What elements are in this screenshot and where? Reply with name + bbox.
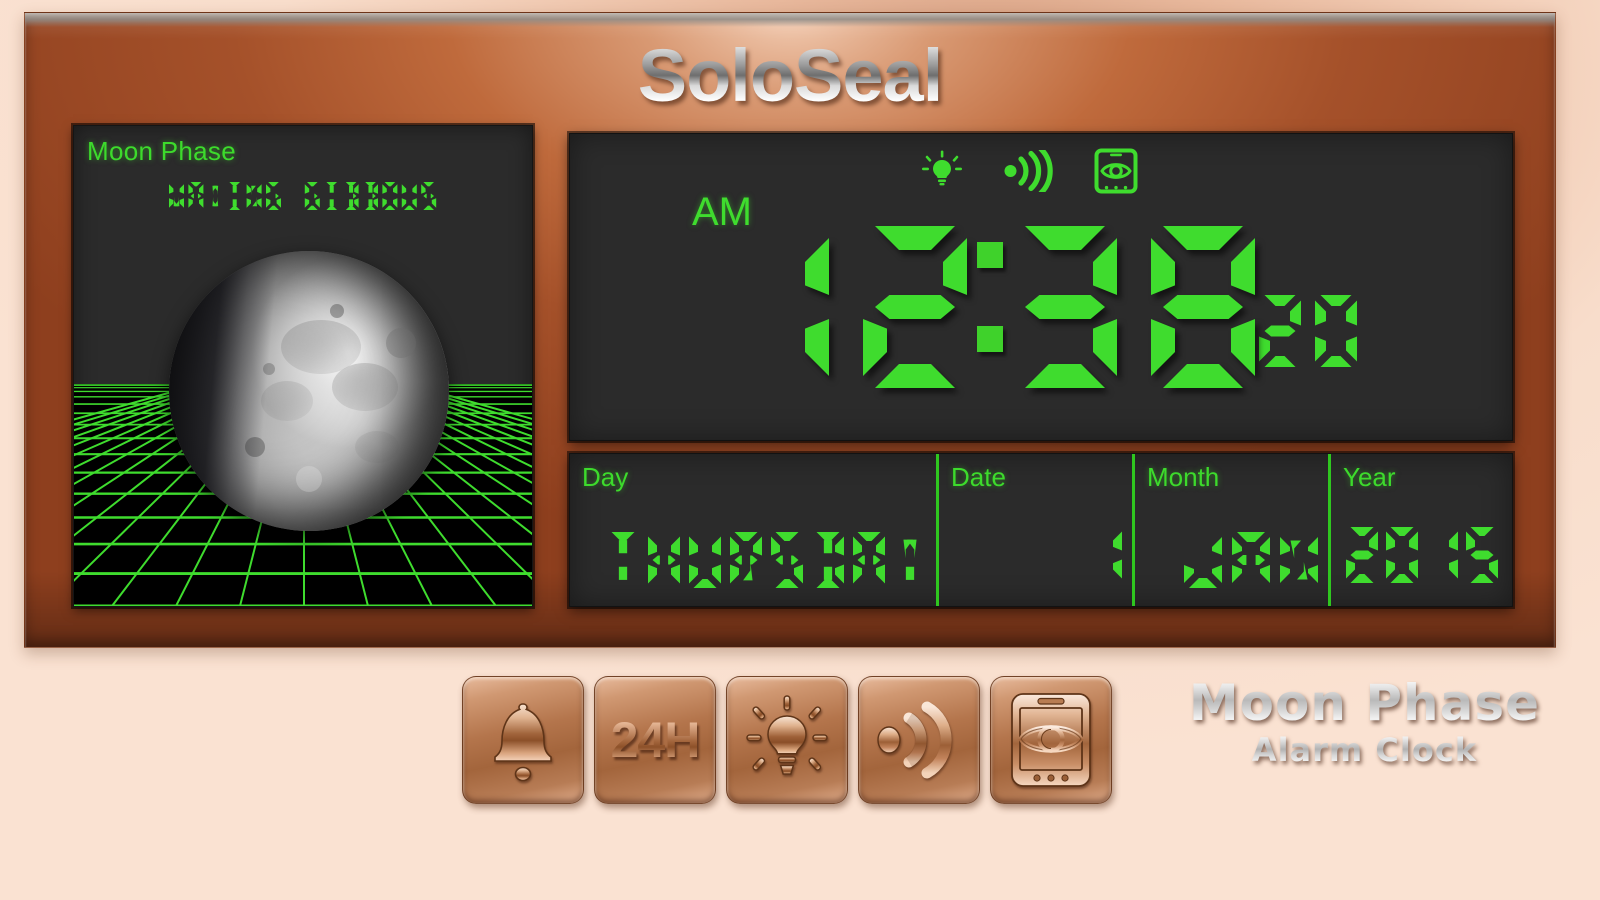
logo-line-1: Moon Phase bbox=[1188, 674, 1540, 732]
date-display-panel[interactable]: Day Date Month Year bbox=[569, 453, 1513, 607]
clock-hours bbox=[725, 214, 967, 400]
status-indicator-row bbox=[920, 148, 1138, 194]
24h-format-button[interactable]: 24H bbox=[594, 676, 716, 804]
moon-sphere-image bbox=[169, 251, 449, 531]
sound-wave-icon bbox=[1004, 150, 1054, 192]
light-bulb-icon bbox=[746, 695, 828, 775]
alarm-clock-device: SoloSeal Moon Phase AM Day Date Month Ye… bbox=[24, 12, 1556, 648]
moon-phase-label: Moon Phase bbox=[87, 136, 236, 166]
page-title: SoloSeal bbox=[637, 33, 944, 117]
alarm-bell-button[interactable] bbox=[462, 676, 584, 804]
moon-phase-panel[interactable]: Moon Phase bbox=[73, 125, 533, 607]
clock-seconds bbox=[1259, 288, 1357, 374]
date-cell-label: Day bbox=[582, 462, 629, 492]
sound-wave-icon bbox=[877, 701, 952, 779]
date-cell-year: Year bbox=[1328, 454, 1508, 606]
night-view-button[interactable] bbox=[990, 676, 1112, 804]
date-cell-value bbox=[1092, 522, 1122, 588]
date-cell-value bbox=[1346, 522, 1498, 588]
date-cell-label: Year bbox=[1343, 462, 1396, 492]
product-logo: Moon Phase Alarm Clock bbox=[1189, 678, 1540, 766]
tablet-eye-icon bbox=[1094, 148, 1138, 194]
backlight-button[interactable] bbox=[726, 676, 848, 804]
clock-colon bbox=[967, 242, 1013, 352]
time-readout bbox=[570, 214, 1512, 404]
control-button-bar: 24H bbox=[462, 676, 1112, 804]
date-cell-day: Day bbox=[570, 454, 936, 606]
light-bulb-icon bbox=[920, 149, 964, 193]
date-cell-value bbox=[607, 532, 926, 588]
date-cell-date: Date bbox=[936, 454, 1132, 606]
logo-line-2: Alarm Clock bbox=[1189, 734, 1540, 766]
title-bar: SoloSeal bbox=[25, 27, 1555, 123]
date-cell-month: Month bbox=[1132, 454, 1328, 606]
tablet-eye-icon bbox=[1011, 693, 1091, 787]
date-cell-label: Month bbox=[1147, 462, 1220, 492]
clock-minutes bbox=[1013, 214, 1255, 400]
moon-phase-value bbox=[74, 182, 532, 218]
bell-icon bbox=[494, 703, 552, 782]
date-cell-value bbox=[1184, 532, 1318, 588]
date-cell-label: Date bbox=[951, 462, 1006, 492]
clock-display-panel[interactable]: AM bbox=[569, 133, 1513, 441]
24h-label: 24H bbox=[610, 712, 701, 768]
sound-button[interactable] bbox=[858, 676, 980, 804]
